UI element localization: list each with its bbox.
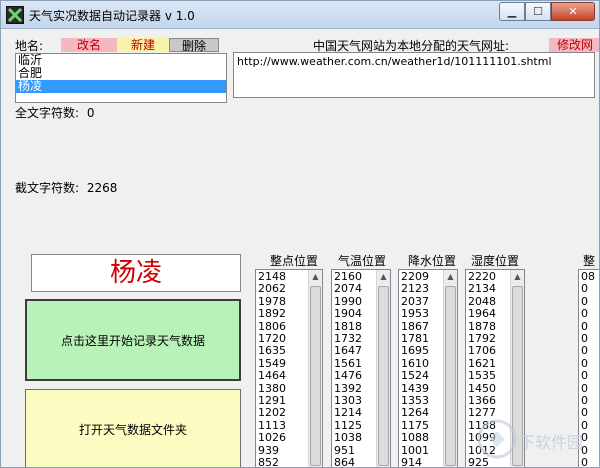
location-list[interactable]: 临沂 合肥 杨凌 <box>15 53 227 103</box>
position-value: 1088 <box>401 431 429 445</box>
vertical-scrollbar[interactable]: ▲ <box>308 270 322 467</box>
full-text-count-label: 全文字符数: <box>15 106 80 120</box>
start-record-button[interactable]: 点击这里开始记录天气数据 <box>25 299 241 381</box>
column-header-temperature: 气温位置 <box>337 254 386 268</box>
column-header-extra: 整 <box>582 254 595 268</box>
scroll-thumb[interactable] <box>445 286 456 466</box>
watermark-logo: 下软件园 <box>475 417 595 461</box>
cut-text-count-label: 截文字符数: <box>15 181 80 195</box>
position-value: 1476 <box>334 369 362 383</box>
scroll-up-icon[interactable]: ▲ <box>444 271 457 283</box>
title-bar[interactable]: 天气实况数据自动记录器 v 1.0 ▁ ☐ ✕ <box>1 1 599 29</box>
hour-position-list[interactable]: 2148 2062 1978 1892 1806 1720 1635 1549 1464 1380… <box>255 269 323 468</box>
open-folder-label: 打开天气数据文件夹 <box>78 422 187 437</box>
position-value: 1904 <box>334 307 362 321</box>
position-value: 2062 <box>258 282 286 296</box>
position-value: 1038 <box>334 431 362 445</box>
position-value: 1524 <box>401 369 429 383</box>
position-value: 864 <box>334 456 355 468</box>
position-values: 2148 2062 1978 1892 1806 1720 1635 1549 1464 1380… <box>258 270 286 468</box>
cut-text-count: 截文字符数: 2268 <box>15 179 117 196</box>
minimize-button[interactable]: ▁ <box>499 2 525 21</box>
location-list-item[interactable]: 杨凌 <box>16 80 226 93</box>
scroll-thumb[interactable] <box>310 286 321 466</box>
cut-text-count-value: 2268 <box>86 181 118 195</box>
position-value: 852 <box>258 456 279 468</box>
scroll-up-icon[interactable]: ▲ <box>377 271 390 283</box>
full-text-count: 全文字符数: 0 <box>15 104 95 121</box>
column-header-humidity: 湿度位置 <box>470 254 519 268</box>
location-label: 地名: <box>15 39 44 53</box>
scroll-thumb[interactable] <box>378 286 389 466</box>
watermark-text: 下软件园 <box>519 433 584 452</box>
position-values: 2160 2074 1990 1904 1818 1732 1647 1561 1476 1392… <box>334 270 362 468</box>
position-value: 1635 <box>258 344 286 358</box>
position-value: 1892 <box>258 307 286 321</box>
precipitation-position-list[interactable]: 2209 2123 2037 1953 1867 1781 1695 1610 1524 1439… <box>398 269 458 468</box>
scroll-up-icon[interactable]: ▲ <box>511 271 524 283</box>
weather-url-field[interactable]: http://www.weather.com.cn/weather1d/1011… <box>233 52 595 98</box>
position-value: 914 <box>401 456 422 468</box>
modify-url-button[interactable]: 修改网 <box>549 38 599 52</box>
location-list-item[interactable]: 临沂 <box>16 54 226 67</box>
app-icon <box>6 6 24 24</box>
position-value: 0 <box>581 307 588 321</box>
start-record-label: 点击这里开始记录天气数据 <box>60 333 205 348</box>
location-list-item[interactable]: 合肥 <box>16 67 226 80</box>
app-window: 天气实况数据自动记录器 v 1.0 ▁ ☐ ✕ 地名: 改名 新建 删除 临沂合… <box>0 0 600 468</box>
position-value: 0 <box>581 369 588 383</box>
new-button[interactable]: 新建 <box>117 38 169 52</box>
delete-button[interactable]: 删除 <box>169 38 219 53</box>
vertical-scrollbar[interactable]: ▲ <box>376 270 390 467</box>
position-value: 1026 <box>258 431 286 445</box>
current-location-name: 杨凌 <box>31 254 241 292</box>
close-button[interactable]: ✕ <box>551 2 595 21</box>
window-controls: ▁ ☐ ✕ <box>499 2 595 22</box>
window-title: 天气实况数据自动记录器 v 1.0 <box>29 9 195 23</box>
column-header-hour: 整点位置 <box>269 254 318 268</box>
full-text-count-value: 0 <box>86 106 95 120</box>
position-value: 1706 <box>468 344 496 358</box>
position-value: 1464 <box>258 369 286 383</box>
open-folder-button[interactable]: 打开天气数据文件夹 <box>25 389 241 467</box>
maximize-button[interactable]: ☐ <box>525 2 551 21</box>
position-value: 1647 <box>334 344 362 358</box>
position-value: 0 <box>581 344 588 358</box>
position-value: 1964 <box>468 307 496 321</box>
position-values: 2209 2123 2037 1953 1867 1781 1695 1610 1524 1439… <box>401 270 429 468</box>
position-value: 2074 <box>334 282 362 296</box>
position-value: 1695 <box>401 344 429 358</box>
position-value: 1264 <box>401 406 429 420</box>
rename-button[interactable]: 改名 <box>61 38 117 52</box>
position-value: 1535 <box>468 369 496 383</box>
temperature-position-list[interactable]: 2160 2074 1990 1904 1818 1732 1647 1561 1476 1392… <box>331 269 391 468</box>
position-value: 1202 <box>258 406 286 420</box>
column-header-precipitation: 降水位置 <box>407 254 456 268</box>
position-value: 1953 <box>401 307 429 321</box>
position-value: 0 <box>581 282 588 296</box>
vertical-scrollbar[interactable]: ▲ <box>443 270 457 467</box>
scroll-up-icon[interactable]: ▲ <box>309 271 322 283</box>
position-value: 1214 <box>334 406 362 420</box>
position-value: 2123 <box>401 282 429 296</box>
position-value: 2134 <box>468 282 496 296</box>
